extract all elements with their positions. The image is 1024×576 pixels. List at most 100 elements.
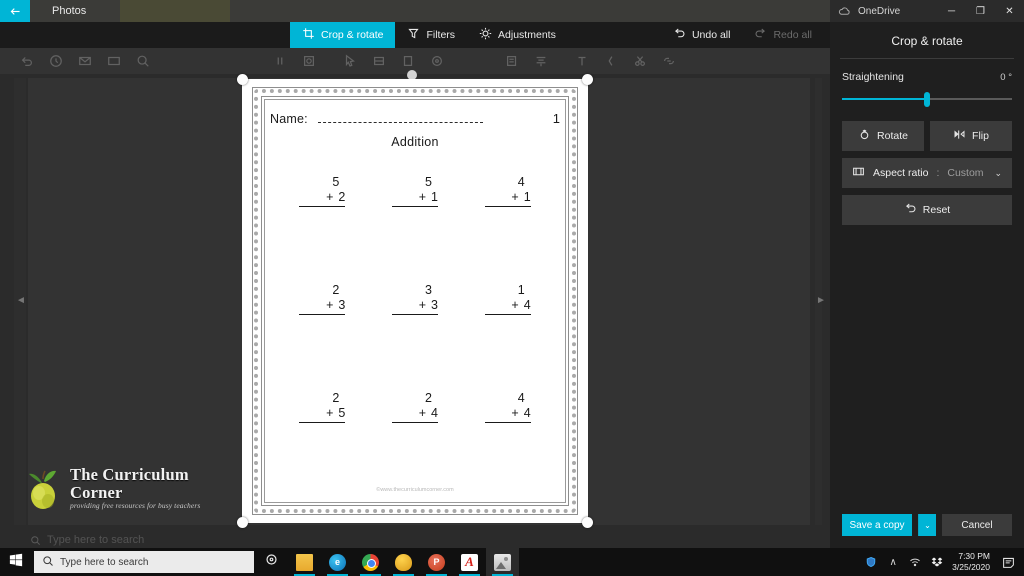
cortana-button[interactable] (254, 548, 288, 576)
flip-button[interactable]: Flip (930, 121, 1012, 151)
link-icon (654, 50, 683, 72)
amber-icon (395, 553, 412, 571)
reset-button[interactable]: Reset (842, 195, 1012, 225)
maximize-button[interactable]: ❐ (966, 0, 995, 22)
windows-logo-icon (9, 553, 23, 572)
pause-icon (265, 50, 294, 72)
background-next-arrow[interactable]: ► (816, 296, 826, 306)
note-icon (497, 50, 526, 72)
photos-action-group: Undo all Redo all (661, 22, 824, 48)
taskbar: Type here to search e P A ∧ 7:30 PM 3/25… (0, 548, 1024, 576)
slider-thumb[interactable] (924, 92, 930, 107)
taskbar-item-file-explorer[interactable] (288, 548, 321, 576)
cancel-button[interactable]: Cancel (942, 514, 1012, 536)
worksheet-page-number: 1 (552, 111, 560, 126)
crop-handle-top-left[interactable] (237, 74, 248, 85)
crop-handle-bottom-left[interactable] (237, 517, 248, 528)
problem-addend-bottom-value: 1 (431, 190, 438, 204)
taskbar-item-powerpoint[interactable]: P (420, 548, 453, 576)
minimize-button[interactable]: ─ (937, 0, 966, 22)
straightening-slider[interactable] (842, 91, 1012, 107)
problem-row: 2 +3 3 +3 1 +4 (276, 283, 554, 391)
close-button[interactable]: ✕ (995, 0, 1024, 22)
problem-operator: + (326, 190, 334, 204)
edge-icon: e (329, 553, 346, 571)
taskbar-item-microsoft-edge[interactable]: e (321, 548, 354, 576)
problem-row: 2 +5 2 +4 4 +4 (276, 391, 554, 499)
clock[interactable]: 7:30 PM 3/25/2020 (948, 551, 996, 573)
undo-icon (12, 50, 41, 72)
problem: 5 +1 (391, 175, 438, 283)
window-controls: ─ ❐ ✕ (937, 0, 1024, 22)
crop-handle-top-right[interactable] (582, 74, 593, 85)
problem-addend-bottom-value: 4 (431, 406, 438, 420)
aspect-ratio-separator: : (936, 167, 940, 179)
aspect-ratio-label: Aspect ratio (873, 167, 929, 179)
problem-row: 5 +2 5 +1 4 +1 (276, 175, 554, 283)
tab-crop-and-rotate-label: Crop & rotate (321, 29, 384, 41)
background-prev-arrow[interactable]: ◄ (16, 296, 26, 306)
show-hidden-icons-button[interactable]: ∧ (882, 548, 904, 576)
apple-icon (24, 465, 64, 511)
straightening-value: 0 ° (1000, 71, 1012, 83)
problem-addend-bottom: +4 (484, 406, 531, 423)
redo-all-button[interactable]: Redo all (742, 22, 824, 48)
crop-selection[interactable]: Name: 1 Addition 5 +2 5 +1 4 + 1 2 + 3 3… (237, 74, 593, 528)
slider-fill (842, 98, 927, 100)
aspect-ratio-button[interactable]: Aspect ratio : Custom ⌄ (842, 158, 1012, 188)
highlight-icon (393, 50, 422, 72)
worksheet-name-row: Name: 1 (270, 111, 560, 126)
save-a-copy-button[interactable]: Save a copy (842, 514, 912, 536)
problem-operator: + (511, 406, 519, 420)
problem-addend-top: 4 (517, 391, 525, 405)
curriculum-corner-watermark: The Curriculum Corner providing free res… (24, 462, 239, 514)
problem-addend-top: 2 (425, 391, 432, 405)
problem: 2 +4 (391, 391, 438, 499)
undo-all-button[interactable]: Undo all (661, 22, 743, 48)
dropbox-icon[interactable] (926, 548, 948, 576)
cortana-circle-icon (265, 553, 278, 571)
tab-adjustments[interactable]: Adjustments (467, 22, 568, 48)
reset-label: Reset (922, 204, 951, 216)
problem: 2 +3 (299, 283, 346, 391)
search-placeholder: Type here to search (60, 556, 149, 568)
save-options-caret-icon[interactable]: ⌄ (918, 514, 936, 536)
back-button[interactable] (0, 0, 30, 22)
undo-icon (673, 27, 686, 43)
crop-handle-bottom-right[interactable] (582, 517, 593, 528)
defender-shield-icon[interactable] (860, 548, 882, 576)
problem-operator: + (418, 406, 427, 420)
problem-addend-top: 3 (425, 283, 432, 297)
problem-addend-bottom-value: 5 (338, 406, 346, 420)
tab-filters[interactable]: Filters (395, 22, 467, 48)
powerpoint-icon: P (428, 553, 445, 571)
problem-operator: + (326, 406, 334, 420)
panel-title: Crop & rotate (891, 34, 963, 48)
redo-icon (754, 27, 767, 43)
watermark-tagline: providing free resources for busy teache… (70, 500, 201, 510)
onedrive-cloud-icon (838, 4, 852, 18)
taskbar-item-amber-app[interactable] (387, 548, 420, 576)
bracket-icon (596, 50, 625, 72)
clock-time: 7:30 PM (958, 551, 990, 561)
problem: 2 +5 (299, 391, 346, 499)
wifi-icon[interactable] (904, 548, 926, 576)
straightening-label: Straightening (842, 71, 904, 83)
rotate-button[interactable]: Rotate (842, 121, 924, 151)
start-button[interactable] (0, 548, 32, 576)
taskbar-item-photos[interactable] (486, 548, 519, 576)
clock-icon (41, 50, 70, 72)
photos-titlebar: Photos (0, 0, 830, 22)
photos-toolbar: Crop & rotate Filters Adjustments Undo a… (0, 22, 830, 48)
problem-addend-top: 5 (425, 175, 432, 189)
envelope-icon (99, 50, 128, 72)
taskbar-item-adobe-acrobat[interactable]: A (453, 548, 486, 576)
search-input[interactable]: Type here to search (34, 551, 254, 573)
onedrive-label: OneDrive (858, 5, 901, 17)
action-center-button[interactable] (996, 548, 1020, 576)
problem-addend-bottom-value: 2 (338, 190, 346, 204)
tab-crop-and-rotate[interactable]: Crop & rotate (290, 22, 396, 48)
problem-operator: + (511, 298, 519, 312)
problem-addend-bottom: +3 (299, 298, 346, 315)
taskbar-item-google-chrome[interactable] (354, 548, 387, 576)
